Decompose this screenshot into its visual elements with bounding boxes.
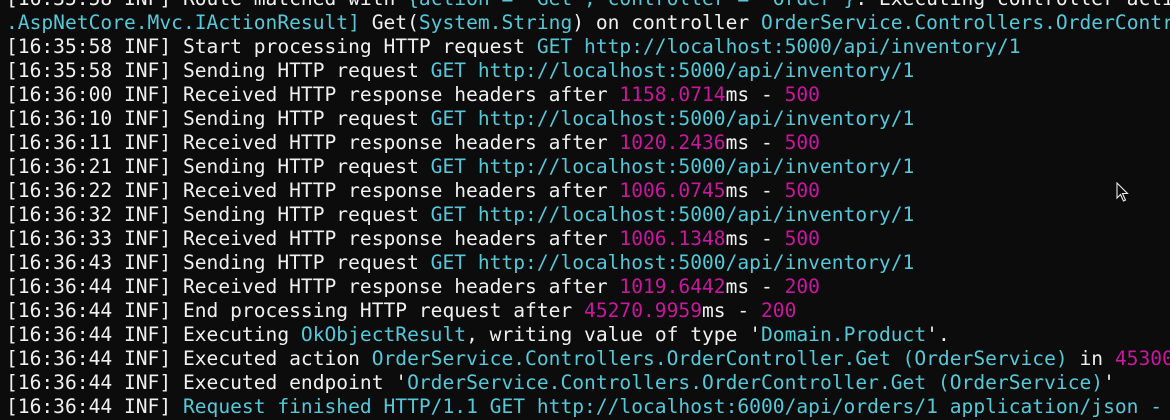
log-line: [16:35:58 INF] Start processing HTTP req… bbox=[6, 35, 1170, 59]
log-line: [16:36:44 INF] Executed endpoint 'OrderS… bbox=[6, 371, 1170, 395]
log-line: .AspNetCore.Mvc.IActionResult] Get(Syste… bbox=[6, 11, 1170, 35]
log-segment: [16:36:00 INF] Received HTTP response he… bbox=[6, 83, 620, 106]
log-line: [16:36:00 INF] Received HTTP response he… bbox=[6, 83, 1170, 107]
log-segment: .AspNetCore.Mvc.IActionResult] bbox=[6, 11, 360, 34]
log-segment: 1019.6442 bbox=[619, 275, 726, 298]
log-segment: ) on controller bbox=[572, 11, 761, 34]
log-line: [16:36:21 INF] Sending HTTP request GET … bbox=[6, 155, 1170, 179]
terminal-window[interactable]: [16:35:58 INF] Route matched with {actio… bbox=[0, 0, 1170, 420]
log-line: [16:36:11 INF] Received HTTP response he… bbox=[6, 131, 1170, 155]
log-line: [16:36:44 INF] Request finished HTTP/1.1… bbox=[6, 395, 1170, 419]
log-segment: '. bbox=[926, 323, 950, 346]
log-segment: [16:36:11 INF] Received HTTP response he… bbox=[6, 131, 620, 154]
log-segment: ' bbox=[1103, 371, 1115, 394]
log-segment: GET http://localhost:5000/api/inventory/… bbox=[536, 35, 1021, 58]
log-segment: [16:36:44 INF] bbox=[6, 395, 183, 418]
log-segment: 500 bbox=[784, 179, 820, 202]
log-segment: ms - bbox=[725, 227, 785, 250]
log-segment: , writing value of type ' bbox=[466, 323, 761, 346]
log-line: [16:35:58 INF] Sending HTTP request GET … bbox=[6, 59, 1170, 83]
log-segment: 1158.0714 bbox=[619, 83, 726, 106]
log-segment: GET http://localhost:5000/api/inventory/… bbox=[430, 155, 915, 178]
log-segment: 45300.1234 bbox=[1114, 347, 1170, 370]
log-segment: GET http://localhost:5000/api/inventory/… bbox=[430, 107, 915, 130]
log-segment: OkObjectResult bbox=[300, 323, 467, 346]
log-segment: [16:36:44 INF] Executing bbox=[6, 323, 301, 346]
log-line: [16:36:44 INF] End processing HTTP reque… bbox=[6, 299, 1170, 323]
mouse-cursor-icon bbox=[1116, 182, 1129, 202]
log-segment: GET http://localhost:5000/api/inventory/… bbox=[430, 59, 915, 82]
log-segment: 45270.9959 bbox=[584, 299, 702, 322]
log-segment: in bbox=[1067, 347, 1115, 370]
log-segment: Request finished HTTP/1.1 GET http://loc… bbox=[182, 395, 1170, 418]
log-line: [16:35:58 INF] Route matched with {actio… bbox=[6, 0, 1170, 11]
log-output: [16:35:58 INF] Route matched with {actio… bbox=[6, 0, 1170, 419]
log-segment: [16:35:58 INF] Route matched with bbox=[6, 0, 407, 10]
log-line: [16:36:33 INF] Received HTTP response he… bbox=[6, 227, 1170, 251]
log-segment: [16:36:32 INF] Sending HTTP request bbox=[6, 203, 431, 226]
log-segment: 500 bbox=[784, 227, 820, 250]
log-segment: System.String bbox=[418, 11, 573, 34]
log-segment: [16:36:33 INF] Received HTTP response he… bbox=[6, 227, 620, 250]
log-segment: [16:36:43 INF] Sending HTTP request bbox=[6, 251, 431, 274]
log-segment: Domain.Product bbox=[761, 323, 927, 346]
log-segment: 200 bbox=[760, 299, 797, 322]
log-segment: 500 bbox=[784, 131, 820, 154]
log-segment: . Executing controller action with signa… bbox=[855, 0, 1170, 10]
log-line: [16:36:44 INF] Received HTTP response he… bbox=[6, 275, 1170, 299]
log-segment: 500 bbox=[784, 83, 820, 106]
log-segment: [16:36:44 INF] Executed endpoint ' bbox=[6, 371, 408, 394]
log-segment: 1006.0745 bbox=[619, 179, 726, 202]
log-segment: OrderService.Controllers.OrderController… bbox=[371, 347, 1068, 370]
log-line: [16:36:22 INF] Received HTTP response he… bbox=[6, 179, 1170, 203]
log-segment: {action = "Get", controller = "Order"} bbox=[407, 0, 855, 10]
log-segment: [16:36:44 INF] Received HTTP response he… bbox=[6, 275, 620, 298]
log-line: [16:36:10 INF] Sending HTTP request GET … bbox=[6, 107, 1170, 131]
log-segment: [16:36:44 INF] End processing HTTP reque… bbox=[6, 299, 585, 322]
log-segment: 1020.2436 bbox=[619, 131, 726, 154]
log-segment: [16:36:10 INF] Sending HTTP request bbox=[6, 107, 431, 130]
log-segment: OrderService.Controllers.OrderController bbox=[761, 11, 1170, 34]
log-segment: ms - bbox=[725, 179, 785, 202]
log-segment: ms - bbox=[725, 275, 785, 298]
log-segment: Get( bbox=[359, 11, 419, 34]
log-line: [16:36:32 INF] Sending HTTP request GET … bbox=[6, 203, 1170, 227]
log-line: [16:36:44 INF] Executing OkObjectResult,… bbox=[6, 323, 1170, 347]
log-segment: GET http://localhost:5000/api/inventory/… bbox=[430, 203, 915, 226]
log-segment: 200 bbox=[784, 275, 820, 298]
log-segment: GET http://localhost:5000/api/inventory/… bbox=[430, 251, 915, 274]
log-line: [16:36:44 INF] Executed action OrderServ… bbox=[6, 347, 1170, 371]
log-segment: [16:36:22 INF] Received HTTP response he… bbox=[6, 179, 620, 202]
log-segment: ms - bbox=[725, 131, 785, 154]
log-segment: 1006.1348 bbox=[619, 227, 726, 250]
log-segment: ms - bbox=[702, 299, 761, 322]
log-segment: [16:36:21 INF] Sending HTTP request bbox=[6, 155, 431, 178]
log-segment: ms - bbox=[725, 83, 785, 106]
log-segment: [16:35:58 INF] Start processing HTTP req… bbox=[6, 35, 537, 58]
log-segment: OrderService.Controllers.OrderController… bbox=[407, 371, 1104, 394]
log-line: [16:36:43 INF] Sending HTTP request GET … bbox=[6, 251, 1170, 275]
log-segment: [16:36:44 INF] Executed action bbox=[6, 347, 372, 370]
log-segment: [16:35:58 INF] Sending HTTP request bbox=[6, 59, 431, 82]
